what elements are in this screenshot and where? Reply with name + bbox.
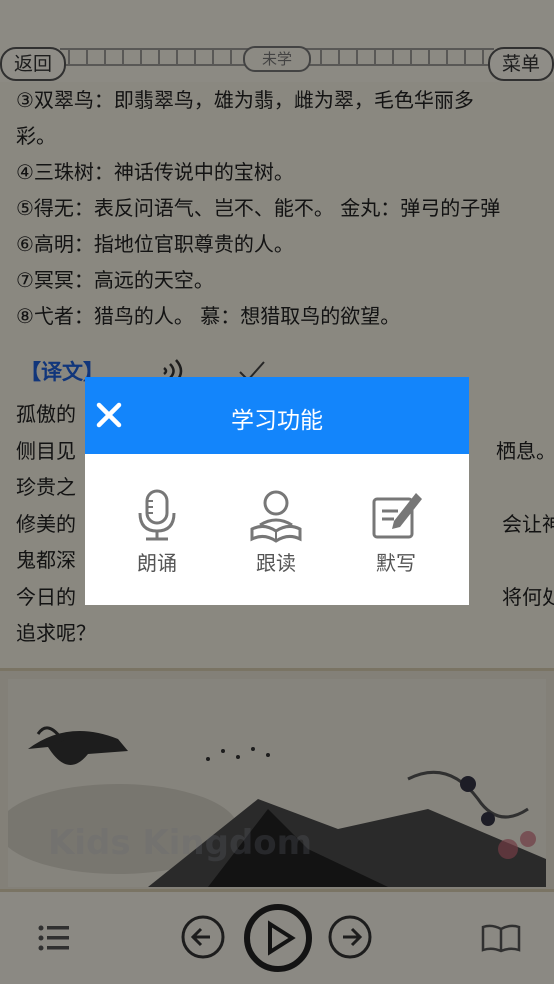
microphone-icon [138, 489, 176, 541]
follow-read-label: 跟读 [256, 551, 296, 575]
dialog-title: 学习功能 [231, 408, 323, 434]
edit-icon [372, 493, 422, 539]
dictation-button[interactable]: 默写 [346, 487, 446, 576]
recite-button[interactable]: 朗诵 [107, 487, 207, 576]
reader-icon [250, 490, 302, 543]
dialog-header: 学习功能 [85, 377, 469, 454]
dictation-label: 默写 [376, 551, 416, 575]
follow-read-button[interactable]: 跟读 [226, 487, 326, 576]
learning-function-dialog: 学习功能 朗诵 跟读 默写 [85, 377, 469, 605]
recite-label: 朗诵 [137, 551, 177, 575]
